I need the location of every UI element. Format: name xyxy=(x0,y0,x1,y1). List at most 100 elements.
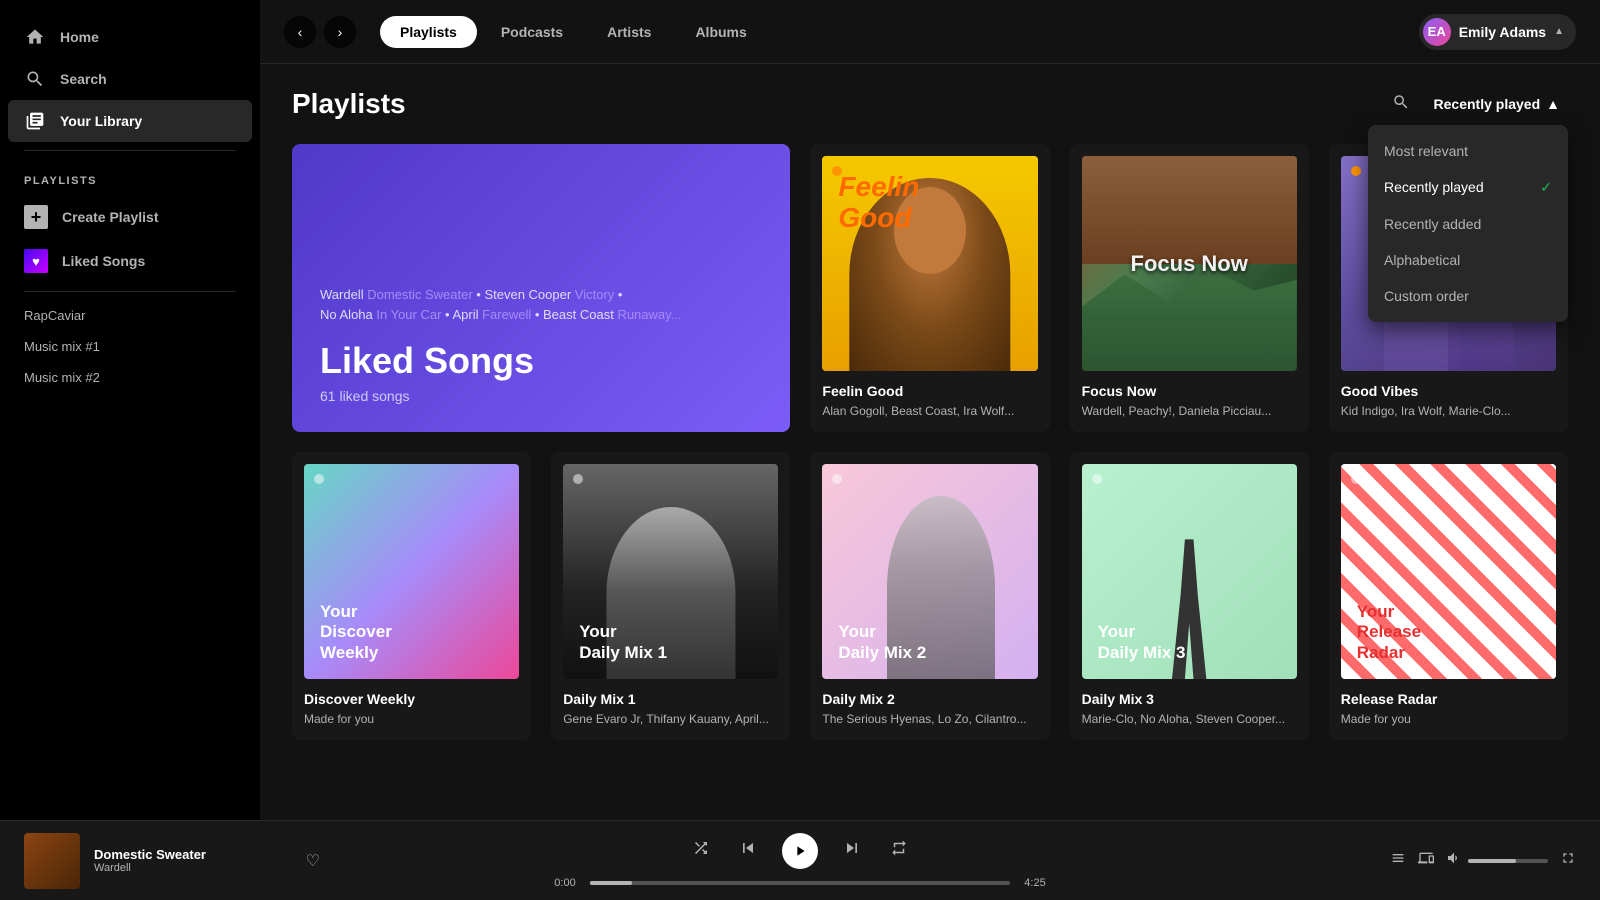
filter-area: Recently played ▲ Most relevant Recently… xyxy=(1388,89,1568,120)
liked-songs-count: 61 liked songs xyxy=(320,388,762,404)
topbar: ‹ › Playlists Podcasts Artists Albums EA… xyxy=(260,0,1600,64)
progress-track[interactable] xyxy=(590,881,1010,885)
play-pause-button[interactable] xyxy=(782,833,818,869)
daily-mix-1-desc: Gene Evaro Jr, Thifany Kauany, April... xyxy=(563,711,778,728)
sidebar-playlist-rapcaviar[interactable]: RapCaviar xyxy=(8,300,252,331)
playlist-card-liked-songs[interactable]: Wardell Domestic Sweater • Steven Cooper… xyxy=(292,144,790,432)
like-track-button[interactable]: ♡ xyxy=(302,847,324,875)
player-controls xyxy=(688,833,912,869)
release-radar-desc: Made for you xyxy=(1341,711,1556,728)
forward-button[interactable]: › xyxy=(324,16,356,48)
feelin-good-title: Feelin Good xyxy=(822,383,1037,399)
volume-bar[interactable] xyxy=(1468,859,1548,863)
sidebar-playlist-musicmix1[interactable]: Music mix #1 xyxy=(8,331,252,362)
daily-mix-3-dot xyxy=(1092,474,1102,484)
user-menu[interactable]: EA Emily Adams ▲ xyxy=(1419,14,1576,50)
good-vibes-desc: Kid Indigo, Ira Wolf, Marie-Clo... xyxy=(1341,403,1556,420)
player-right-controls xyxy=(1276,850,1576,871)
create-playlist-action[interactable]: + Create Playlist xyxy=(8,195,252,239)
focus-now-cover: Focus Now xyxy=(1082,156,1297,371)
release-radar-text: YourReleaseRadar xyxy=(1357,602,1421,663)
playlist-card-daily-mix-2[interactable]: YourDaily Mix 2 Daily Mix 2 The Serious … xyxy=(810,452,1049,740)
discover-text: YourDiscoverWeekly xyxy=(320,602,392,663)
check-icon: ✓ xyxy=(1540,179,1552,196)
daily-mix-2-desc: The Serious Hyenas, Lo Zo, Cilantro... xyxy=(822,711,1037,728)
daily-mix-1-cover: YourDaily Mix 1 xyxy=(563,464,778,679)
add-icon: + xyxy=(24,205,48,229)
sidebar-nav-home[interactable]: Home xyxy=(8,16,252,58)
sort-option-recently-played[interactable]: Recently played ✓ xyxy=(1368,169,1568,206)
filter-search-button[interactable] xyxy=(1388,89,1414,120)
shuffle-button[interactable] xyxy=(688,835,714,866)
page-header: Playlists Recently played ▲ Most xyxy=(292,88,1568,120)
user-name: Emily Adams xyxy=(1459,24,1546,40)
release-radar-title: Release Radar xyxy=(1341,691,1556,707)
fullscreen-button[interactable] xyxy=(1560,850,1576,871)
next-button[interactable] xyxy=(838,834,866,867)
discover-weekly-desc: Made for you xyxy=(304,711,519,728)
focus-now-desc: Wardell, Peachy!, Daniela Picciau... xyxy=(1082,403,1297,420)
home-icon xyxy=(24,26,46,48)
user-dropdown-arrow: ▲ xyxy=(1554,26,1564,37)
playlist-card-daily-mix-3[interactable]: YourDaily Mix 3 Daily Mix 3 Marie-Clo, N… xyxy=(1070,452,1309,740)
daily-mix-3-text: YourDaily Mix 3 xyxy=(1098,622,1186,663)
heart-icon: ♥ xyxy=(24,249,48,273)
focus-now-title: Focus Now xyxy=(1082,383,1297,399)
playlist-card-daily-mix-1[interactable]: YourDaily Mix 1 Daily Mix 1 Gene Evaro J… xyxy=(551,452,790,740)
playlist-card-discover-weekly[interactable]: YourDiscoverWeekly Discover Weekly Made … xyxy=(292,452,531,740)
repeat-button[interactable] xyxy=(886,835,912,866)
tab-playlists[interactable]: Playlists xyxy=(380,16,477,48)
feelin-good-desc: Alan Gogoll, Beast Coast, Ira Wolf... xyxy=(822,403,1037,420)
good-vibes-dot xyxy=(1351,166,1361,176)
tab-podcasts[interactable]: Podcasts xyxy=(481,16,583,48)
daily-mix-2-text: YourDaily Mix 2 xyxy=(838,622,926,663)
focus-now-text: Focus Now xyxy=(1131,251,1248,277)
daily-mix-1-title: Daily Mix 1 xyxy=(563,691,778,707)
liked-songs-title: Liked Songs xyxy=(320,340,762,382)
nav-arrows: ‹ › xyxy=(284,16,356,48)
progress-bar-area: 0:00 4:25 xyxy=(550,877,1050,889)
devices-button[interactable] xyxy=(1418,850,1434,871)
daily-mix-1-text: YourDaily Mix 1 xyxy=(579,622,667,663)
playlist-card-release-radar[interactable]: YourReleaseRadar Release Radar Made for … xyxy=(1329,452,1568,740)
sort-option-custom-order[interactable]: Custom order xyxy=(1368,278,1568,314)
sidebar-nav-library[interactable]: Your Library xyxy=(8,100,252,142)
playlist-card-focus-now[interactable]: Focus Now Focus Now Wardell, Peachy!, Da… xyxy=(1070,144,1309,432)
daily-mix-2-cover: YourDaily Mix 2 xyxy=(822,464,1037,679)
tab-albums[interactable]: Albums xyxy=(675,16,766,48)
sort-option-recently-added[interactable]: Recently added xyxy=(1368,206,1568,242)
track-info: Domestic Sweater Wardell xyxy=(94,847,288,874)
sidebar-divider-1 xyxy=(24,150,236,151)
volume-fill xyxy=(1468,859,1516,863)
sidebar-nav-search[interactable]: Search xyxy=(8,58,252,100)
track-name: Domestic Sweater xyxy=(94,847,288,862)
player-track-info: Domestic Sweater Wardell ♡ xyxy=(24,833,324,889)
sidebar: Home Search Your Library PLAYLISTS + Cre… xyxy=(0,0,260,820)
avatar: EA xyxy=(1423,18,1451,46)
tab-navigation: Playlists Podcasts Artists Albums xyxy=(380,16,1419,48)
search-icon xyxy=(24,68,46,90)
previous-button[interactable] xyxy=(734,834,762,867)
daily-mix-3-desc: Marie-Clo, No Aloha, Steven Cooper... xyxy=(1082,711,1297,728)
discover-weekly-cover: YourDiscoverWeekly xyxy=(304,464,519,679)
sort-dropdown-button[interactable]: Recently played ▲ xyxy=(1426,92,1568,116)
sort-option-most-relevant[interactable]: Most relevant xyxy=(1368,133,1568,169)
liked-songs-action[interactable]: ♥ Liked Songs xyxy=(8,239,252,283)
feelin-good-cover: FeelinGood xyxy=(822,156,1037,371)
library-icon xyxy=(24,110,46,132)
sort-dropdown-menu: Most relevant Recently played ✓ Recently… xyxy=(1368,125,1568,322)
page-title: Playlists xyxy=(292,88,406,120)
album-thumbnail xyxy=(24,833,80,889)
back-button[interactable]: ‹ xyxy=(284,16,316,48)
tab-artists[interactable]: Artists xyxy=(587,16,671,48)
sidebar-playlist-musicmix2[interactable]: Music mix #2 xyxy=(8,362,252,393)
playlist-card-feelin-good[interactable]: FeelinGood Feelin Good Alan Gogoll, Beas… xyxy=(810,144,1049,432)
volume-button[interactable] xyxy=(1446,850,1462,871)
sort-option-alphabetical[interactable]: Alphabetical xyxy=(1368,242,1568,278)
track-artist: Wardell xyxy=(94,862,288,874)
queue-button[interactable] xyxy=(1390,850,1406,871)
sort-arrow-icon: ▲ xyxy=(1546,96,1560,112)
daily-mix-2-title: Daily Mix 2 xyxy=(822,691,1037,707)
sidebar-divider-2 xyxy=(24,291,236,292)
current-time: 0:00 xyxy=(550,877,580,889)
